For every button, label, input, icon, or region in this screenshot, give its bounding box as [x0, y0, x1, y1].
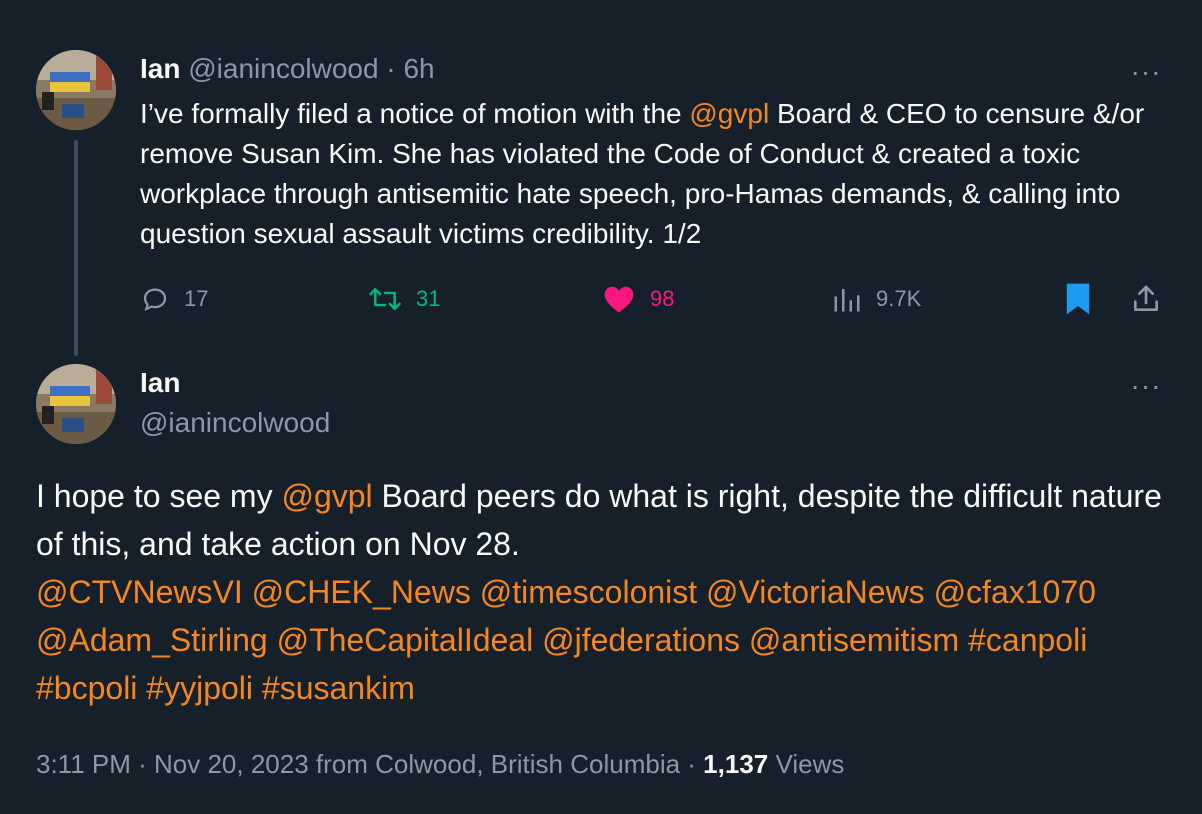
analytics-icon: [832, 284, 862, 314]
retweet-count: 31: [416, 286, 441, 311]
author-name[interactable]: Ian: [140, 366, 180, 400]
view-count: 9.7K: [876, 286, 922, 311]
tag-link[interactable]: @cfax1070: [934, 574, 1096, 610]
bookmark-button[interactable]: [1064, 282, 1106, 316]
separator: ·: [386, 53, 396, 84]
tag-link[interactable]: @jfederations: [542, 622, 740, 658]
tag-link[interactable]: @CTVNewsVI: [36, 574, 243, 610]
views-button[interactable]: 9.7K: [832, 282, 921, 316]
author-handle[interactable]: @ianincolwood: [140, 406, 330, 440]
tweet-text: I’ve formally filed a notice of motion w…: [140, 94, 1160, 254]
avatar-photo: [36, 364, 116, 444]
tweet-text-part: I hope to see my: [36, 478, 282, 514]
avatar[interactable]: [36, 50, 116, 130]
tag-link[interactable]: @Adam_Stirling: [36, 622, 268, 658]
tag-link[interactable]: @CHEK_News: [252, 574, 471, 610]
retweet-button[interactable]: 31: [368, 282, 440, 316]
timestamp[interactable]: 6h: [403, 53, 434, 84]
tag-link[interactable]: @VictoriaNews: [706, 574, 925, 610]
tweet-location: from Colwood, British Columbia: [315, 749, 681, 779]
hashtag-link[interactable]: #bcpoli: [36, 670, 137, 706]
tweet-header: Ian @ianincolwood · 6h: [140, 52, 435, 86]
tweet-text: I hope to see my @gvpl Board peers do wh…: [36, 472, 1176, 712]
author-name[interactable]: Ian: [140, 53, 180, 84]
views-count: 1,137: [703, 749, 769, 779]
tag-link[interactable]: @timescolonist: [480, 574, 697, 610]
hashtag-link[interactable]: #canpoli: [968, 622, 1087, 658]
mention-link[interactable]: @gvpl: [281, 478, 372, 514]
mention-link[interactable]: @gvpl: [689, 98, 769, 129]
retweet-icon: [368, 284, 402, 314]
tag-link[interactable]: @antisemitism: [749, 622, 959, 658]
more-options-icon[interactable]: ···: [1126, 372, 1166, 400]
more-options-icon[interactable]: ···: [1126, 58, 1166, 86]
bookmark-icon: [1064, 282, 1092, 316]
share-button[interactable]: [1130, 282, 1176, 316]
hashtag-link[interactable]: #susankim: [262, 670, 415, 706]
reply-count: 17: [184, 286, 209, 311]
avatar[interactable]: [36, 364, 116, 444]
author-handle[interactable]: @ianincolwood: [188, 53, 378, 84]
like-button[interactable]: 98: [602, 282, 674, 316]
hashtag-link[interactable]: #yyjpoli: [146, 670, 253, 706]
tweet-time[interactable]: 3:11 PM: [36, 749, 131, 779]
share-icon: [1130, 283, 1162, 315]
tag-link[interactable]: @TheCapitalIdeal: [277, 622, 534, 658]
like-count: 98: [650, 286, 675, 311]
tweet-text-part: I’ve formally filed a notice of motion w…: [140, 98, 690, 129]
tweet-meta: 3:11 PM · Nov 20, 2023 from Colwood, Bri…: [36, 749, 845, 779]
reply-icon: [140, 284, 170, 314]
tweet-date[interactable]: Nov 20, 2023: [154, 749, 309, 779]
views-label: Views: [775, 749, 845, 779]
like-icon: [602, 284, 636, 314]
reply-button[interactable]: 17: [140, 282, 208, 316]
thread-connector: [74, 140, 78, 356]
avatar-photo: [36, 50, 116, 130]
